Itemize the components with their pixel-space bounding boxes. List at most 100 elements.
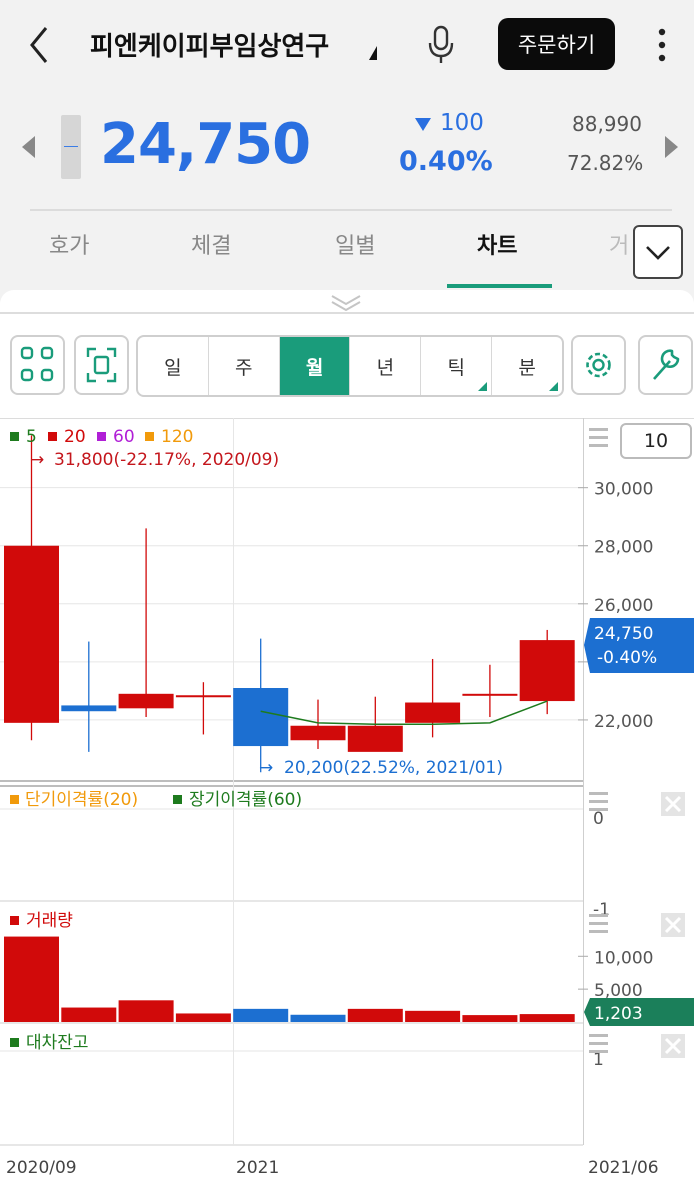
volume-series	[4, 936, 575, 1022]
current-volume-tag: 1,203	[584, 998, 694, 1026]
stock-name[interactable]: 피엔케이피부임상연구	[90, 26, 329, 63]
volume-tick-label: 10,000	[594, 948, 653, 968]
volume-bar	[118, 1000, 174, 1022]
disparity-legend: 단기이격률(20) 장기이격률(60)	[10, 790, 302, 810]
volume-bar	[175, 1013, 231, 1022]
tab-expand-button[interactable]	[633, 225, 683, 279]
legend-swatch-ma20	[48, 432, 57, 441]
loan-panel-menu-icon[interactable]	[589, 1034, 608, 1053]
legend-swatch-ma120	[145, 432, 154, 441]
legend-swatch-ma60	[97, 432, 106, 441]
candle-body	[290, 725, 346, 741]
volume-bar	[4, 936, 59, 1022]
x-tick-end: 2021/06	[588, 1158, 659, 1178]
current-change-label: -0.40%	[597, 648, 657, 668]
right-arrow-icon: →	[30, 450, 44, 470]
volume-legend: 거래량	[10, 911, 73, 931]
stock-chart[interactable]: 22,00024,00026,00028,00030,000 5 20 60 1…	[0, 418, 694, 1195]
x-tick-year: 2021	[236, 1158, 279, 1178]
legend-swatch-long	[173, 795, 182, 804]
ma5-series	[260, 700, 548, 726]
legend-ma120: 120	[161, 427, 193, 447]
period-day[interactable]: 일	[138, 337, 209, 395]
more-vertical-icon[interactable]	[648, 24, 676, 66]
tab-orderbook[interactable]: 호가	[49, 228, 89, 260]
fullscreen-button[interactable]	[74, 335, 129, 395]
disparity-close-icon[interactable]	[661, 792, 685, 816]
price-change-rate: 0.40%	[399, 146, 493, 177]
volume-bar	[405, 1010, 461, 1022]
volume-close-icon[interactable]	[661, 913, 685, 937]
volume-panel-menu-icon[interactable]	[589, 914, 608, 933]
candle-count-input[interactable]: 10	[620, 423, 692, 459]
legend-swatch-volume	[10, 916, 19, 925]
candle-body	[405, 702, 461, 723]
divider	[0, 312, 694, 314]
legend-ma5: 5	[26, 427, 37, 447]
min-price-annotation: 20,200(22.52%, 2021/01)	[284, 758, 503, 778]
period-week[interactable]: 주	[209, 337, 280, 395]
tab-more[interactable]: 거	[609, 228, 629, 260]
price-panel-menu-icon[interactable]	[589, 428, 608, 447]
volume-bar	[290, 1014, 346, 1022]
loan-legend: 대차잔고	[10, 1033, 89, 1053]
previous-stock-icon[interactable]	[22, 136, 35, 158]
period-tick[interactable]: 틱	[421, 337, 493, 395]
candle-body	[118, 693, 174, 709]
x-tick-start: 2020/09	[6, 1158, 77, 1178]
current-price: 24,750	[100, 112, 311, 177]
candle-body	[175, 695, 231, 698]
price-change: 100	[440, 110, 484, 136]
candle-body	[233, 688, 289, 747]
volume-bar	[61, 1007, 117, 1022]
min-annotation: → 20,200(22.52%, 2021/01)	[259, 758, 503, 778]
double-chevron-down-icon[interactable]	[329, 293, 363, 311]
chart-area[interactable]: 22,00024,00026,00028,00030,000 5 20 60 1…	[0, 418, 694, 1195]
volume-bar	[519, 1014, 575, 1022]
turnover-rate: 72.82%	[567, 151, 644, 175]
chevron-down-icon	[646, 246, 670, 260]
current-price-label: 24,750	[594, 624, 653, 644]
price-tick-label: 22,000	[594, 712, 653, 732]
order-button[interactable]: 주문하기	[498, 18, 615, 70]
trade-volume: 88,990	[572, 112, 642, 136]
tab-daily[interactable]: 일별	[335, 228, 375, 260]
microphone-icon[interactable]	[426, 24, 456, 66]
right-arrow-icon: →	[259, 758, 273, 778]
legend-ma60: 60	[113, 427, 135, 447]
ma5-line	[260, 700, 548, 726]
chart-settings-button[interactable]	[571, 335, 626, 395]
legend-volume: 거래량	[26, 911, 73, 931]
current-volume-label: 1,203	[594, 1004, 643, 1024]
disparity-panel-menu-icon[interactable]	[589, 792, 608, 811]
next-stock-icon[interactable]	[665, 136, 678, 158]
legend-swatch-loan	[10, 1038, 19, 1047]
candle-body	[61, 705, 117, 712]
price-gridlines	[0, 487, 583, 721]
wrench-icon	[653, 349, 680, 380]
candle-body	[519, 640, 575, 702]
candle-body	[4, 545, 59, 723]
tab-trades[interactable]: 체결	[191, 228, 231, 260]
period-selector: 일 주 월 년 틱 분	[136, 335, 564, 397]
loan-close-icon[interactable]	[661, 1034, 685, 1058]
volume-bar	[233, 1008, 289, 1022]
period-year[interactable]: 년	[350, 337, 422, 395]
price-tick-label: 30,000	[594, 480, 653, 500]
period-month[interactable]: 월	[279, 337, 351, 395]
back-arrow-icon[interactable]	[22, 22, 58, 68]
active-tab-indicator	[447, 284, 552, 288]
tab-chart[interactable]: 차트	[477, 228, 517, 260]
chart-tools-button[interactable]	[638, 335, 693, 395]
period-minute[interactable]: 분	[492, 337, 562, 395]
candle-body	[462, 693, 518, 696]
legend-swatch-ma5	[10, 432, 19, 441]
stock-select-caret-icon[interactable]	[369, 46, 377, 60]
max-annotation: → 31,800(-22.17%, 2020/09)	[30, 450, 279, 470]
disparity-axis-zero: 0	[593, 809, 604, 829]
volume-bar	[347, 1008, 403, 1022]
price-legend: 5 20 60 120	[10, 427, 193, 447]
volume-bar	[462, 1015, 518, 1022]
layout-button[interactable]	[10, 335, 65, 395]
legend-short-disparity: 단기이격률(20)	[25, 790, 138, 810]
